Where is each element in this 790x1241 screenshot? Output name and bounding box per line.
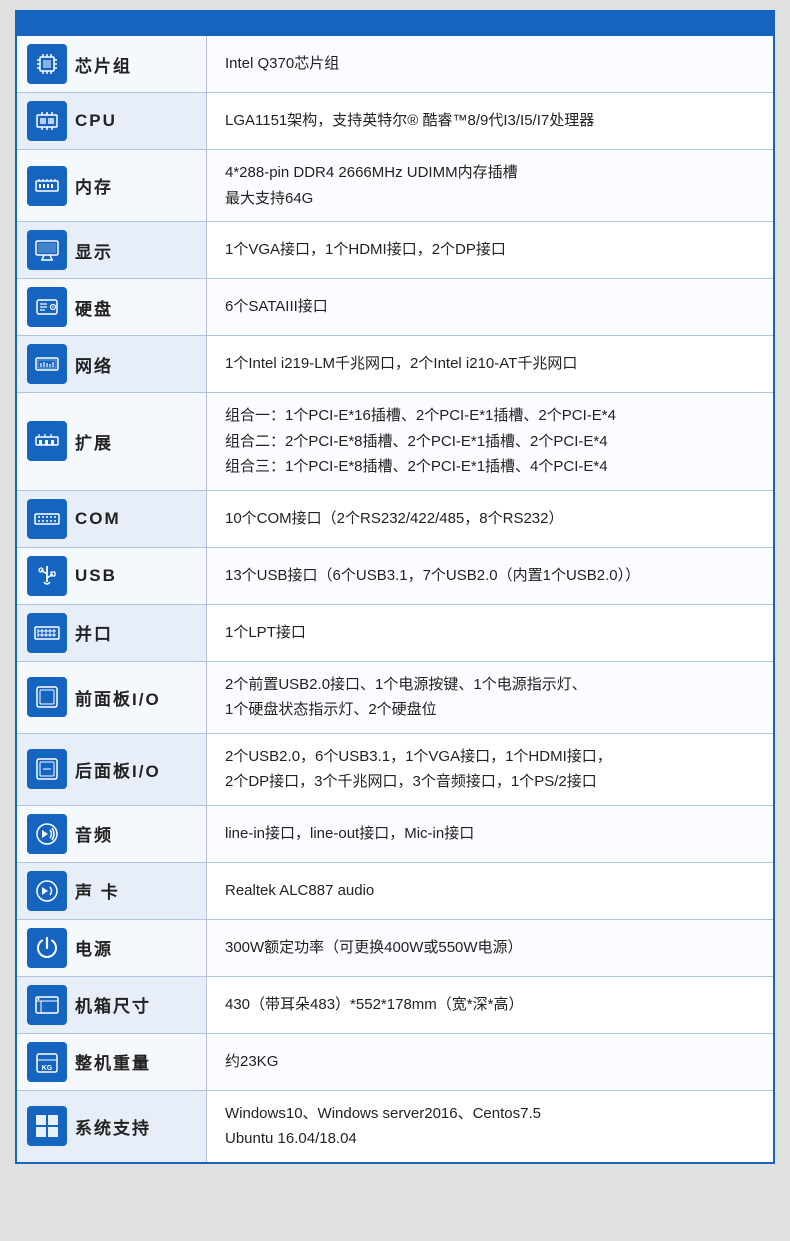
label-network: 网络 bbox=[17, 336, 207, 392]
value-chipset: Intel Q370芯片组 bbox=[207, 36, 773, 92]
label-text-memory: 内存 bbox=[75, 173, 113, 198]
chassis-icon bbox=[27, 985, 67, 1025]
row-os: 系统支持 Windows10、Windows server2016、Centos7… bbox=[17, 1091, 773, 1162]
row-memory: 内存 4*288-pin DDR4 2666MHz UDIMM内存插槽最大支持64… bbox=[17, 150, 773, 222]
row-cpu: CPU LGA1151架构，支持英特尔® 酷睿™8/9代I3/I5/I7处理器 bbox=[17, 93, 773, 150]
label-text-network: 网络 bbox=[75, 352, 113, 377]
expansion-icon bbox=[27, 421, 67, 461]
label-text-weight: 整机重量 bbox=[75, 1049, 151, 1074]
row-network: 网络 1个Intel i219-LM千兆网口，2个Intel i210-AT千兆网… bbox=[17, 336, 773, 393]
label-com: COM bbox=[17, 491, 207, 547]
value-network: 1个Intel i219-LM千兆网口，2个Intel i210-AT千兆网口 bbox=[207, 336, 773, 392]
label-chassis: 机箱尺寸 bbox=[17, 977, 207, 1033]
row-audio: 音频 line-in接口，line-out接口，Mic-in接口 bbox=[17, 806, 773, 863]
parallel-icon bbox=[27, 613, 67, 653]
label-text-os: 系统支持 bbox=[75, 1114, 151, 1139]
label-rear-io: 后面板I/O bbox=[17, 734, 207, 805]
table-title bbox=[17, 12, 773, 36]
label-memory: 内存 bbox=[17, 150, 207, 221]
label-text-expansion: 扩展 bbox=[75, 429, 113, 454]
value-weight: 约23KG bbox=[207, 1034, 773, 1090]
label-text-parallel: 并口 bbox=[75, 620, 113, 645]
network-icon bbox=[27, 344, 67, 384]
cpu-icon bbox=[27, 101, 67, 141]
row-weight: KG 整机重量约23KG bbox=[17, 1034, 773, 1091]
label-text-chassis: 机箱尺寸 bbox=[75, 992, 151, 1017]
audio-icon bbox=[27, 814, 67, 854]
label-text-audio: 音频 bbox=[75, 821, 113, 846]
row-power: 电源 300W额定功率（可更换400W或550W电源） bbox=[17, 920, 773, 977]
row-front-io: 前面板I/O 2个前置USB2.0接口、1个电源按键、1个电源指示灯、1个硬盘状态… bbox=[17, 662, 773, 734]
row-harddisk: 硬盘 6个SATAIII接口 bbox=[17, 279, 773, 336]
label-audio: 音频 bbox=[17, 806, 207, 862]
value-com: 10个COM接口（2个RS232/422/485，8个RS232） bbox=[207, 491, 773, 547]
label-display: 显示 bbox=[17, 222, 207, 278]
spec-table: 芯片组 Intel Q370芯片组 CPU LGA1151架构，支持英特尔® 酷睿™… bbox=[15, 10, 775, 1164]
row-rear-io: 后面板I/O 2个USB2.0，6个USB3.1，1个VGA接口，1个HDMI接口… bbox=[17, 734, 773, 806]
label-usb: USB bbox=[17, 548, 207, 604]
value-memory: 4*288-pin DDR4 2666MHz UDIMM内存插槽最大支持64G bbox=[207, 150, 773, 221]
rear-io-icon bbox=[27, 749, 67, 789]
harddisk-icon bbox=[27, 287, 67, 327]
row-usb: USB 13个USB接口（6个USB3.1，7个USB2.0（内置1个USB2.0… bbox=[17, 548, 773, 605]
label-parallel: 并口 bbox=[17, 605, 207, 661]
row-display: 显示 1个VGA接口，1个HDMI接口，2个DP接口 bbox=[17, 222, 773, 279]
label-text-harddisk: 硬盘 bbox=[75, 295, 113, 320]
value-os: Windows10、Windows server2016、Centos7.5Ub… bbox=[207, 1091, 773, 1162]
memory-icon bbox=[27, 166, 67, 206]
value-audio: line-in接口，line-out接口，Mic-in接口 bbox=[207, 806, 773, 862]
display-icon bbox=[27, 230, 67, 270]
label-text-cpu: CPU bbox=[75, 111, 117, 131]
label-os: 系统支持 bbox=[17, 1091, 207, 1162]
value-display: 1个VGA接口，1个HDMI接口，2个DP接口 bbox=[207, 222, 773, 278]
label-text-chipset: 芯片组 bbox=[75, 52, 132, 77]
label-text-rear-io: 后面板I/O bbox=[75, 757, 161, 782]
label-text-soundcard: 声 卡 bbox=[75, 878, 120, 903]
soundcard-icon bbox=[27, 871, 67, 911]
label-power: 电源 bbox=[17, 920, 207, 976]
label-chipset: 芯片组 bbox=[17, 36, 207, 92]
power-icon bbox=[27, 928, 67, 968]
value-harddisk: 6个SATAIII接口 bbox=[207, 279, 773, 335]
front-io-icon bbox=[27, 677, 67, 717]
value-soundcard: Realtek ALC887 audio bbox=[207, 863, 773, 919]
row-com: COM 10个COM接口（2个RS232/422/485，8个RS232） bbox=[17, 491, 773, 548]
weight-icon: KG bbox=[27, 1042, 67, 1082]
row-expansion: 扩展 组合一：1个PCI-E*16插槽、2个PCI-E*1插槽、2个PCI-E*4… bbox=[17, 393, 773, 491]
com-icon bbox=[27, 499, 67, 539]
label-text-power: 电源 bbox=[75, 935, 113, 960]
label-front-io: 前面板I/O bbox=[17, 662, 207, 733]
label-expansion: 扩展 bbox=[17, 393, 207, 490]
value-cpu: LGA1151架构，支持英特尔® 酷睿™8/9代I3/I5/I7处理器 bbox=[207, 93, 773, 149]
label-weight: KG 整机重量 bbox=[17, 1034, 207, 1090]
row-parallel: 并口 1个LPT接口 bbox=[17, 605, 773, 662]
value-front-io: 2个前置USB2.0接口、1个电源按键、1个电源指示灯、1个硬盘状态指示灯、2个… bbox=[207, 662, 773, 733]
label-harddisk: 硬盘 bbox=[17, 279, 207, 335]
value-expansion: 组合一：1个PCI-E*16插槽、2个PCI-E*1插槽、2个PCI-E*4组合… bbox=[207, 393, 773, 490]
label-text-display: 显示 bbox=[75, 238, 113, 263]
label-text-com: COM bbox=[75, 509, 121, 529]
row-chipset: 芯片组 Intel Q370芯片组 bbox=[17, 36, 773, 93]
svg-text:KG: KG bbox=[42, 1065, 53, 1072]
label-soundcard: 声 卡 bbox=[17, 863, 207, 919]
value-parallel: 1个LPT接口 bbox=[207, 605, 773, 661]
value-chassis: 430（带耳朵483）*552*178mm（宽*深*高） bbox=[207, 977, 773, 1033]
value-rear-io: 2个USB2.0，6个USB3.1，1个VGA接口，1个HDMI接口，2个DP接… bbox=[207, 734, 773, 805]
usb-icon bbox=[27, 556, 67, 596]
os-icon bbox=[27, 1106, 67, 1146]
label-text-usb: USB bbox=[75, 566, 117, 586]
row-chassis: 机箱尺寸 430（带耳朵483）*552*178mm（宽*深*高） bbox=[17, 977, 773, 1034]
value-usb: 13个USB接口（6个USB3.1，7个USB2.0（内置1个USB2.0）） bbox=[207, 548, 773, 604]
value-power: 300W额定功率（可更换400W或550W电源） bbox=[207, 920, 773, 976]
label-text-front-io: 前面板I/O bbox=[75, 685, 161, 710]
chipset-icon bbox=[27, 44, 67, 84]
row-soundcard: 声 卡 Realtek ALC887 audio bbox=[17, 863, 773, 920]
label-cpu: CPU bbox=[17, 93, 207, 149]
